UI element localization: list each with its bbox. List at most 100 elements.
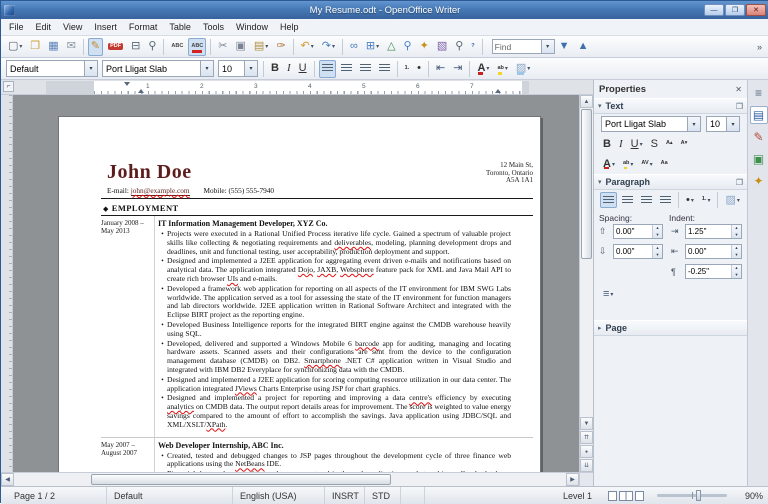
spin-down-icon[interactable]: ▾ (653, 232, 662, 239)
vertical-scroll-thumb[interactable] (581, 109, 592, 259)
style-dropdown-icon[interactable]: ▾ (84, 61, 97, 76)
scroll-up-icon[interactable]: ▲ (580, 95, 593, 108)
sidebar-settings-button[interactable]: ≡ (750, 84, 768, 102)
copy-button[interactable]: ▣ (232, 38, 248, 56)
highlighting-button[interactable]: ab ▾ (494, 60, 510, 78)
zoom-slider[interactable] (657, 490, 727, 501)
spin-down-icon[interactable]: ▾ (732, 252, 741, 259)
paragraph-dialog-launcher-icon[interactable]: ❐ (736, 178, 743, 187)
menu-view[interactable]: View (57, 20, 88, 34)
redo-button[interactable]: ↷ ▾ (319, 38, 338, 56)
sidebar-font-name-combo[interactable]: Port Lligat Slab ▾ (601, 116, 701, 132)
sidebar-font-size-combo[interactable]: 10 ▾ (706, 116, 740, 132)
font-dropdown-icon[interactable]: ▾ (200, 61, 213, 76)
zoom-slider-thumb[interactable] (695, 490, 701, 501)
italic-button[interactable]: I (284, 60, 294, 78)
find-dropdown-icon[interactable]: ▾ (541, 39, 555, 54)
bullets-button[interactable]: • (414, 60, 424, 78)
gallery-button[interactable]: ▧ (434, 38, 450, 56)
sidebar-italic-button[interactable]: I (616, 136, 626, 152)
sidebar-close-icon[interactable]: ✕ (735, 85, 742, 94)
menu-window[interactable]: Window (230, 20, 274, 34)
find-replace-button[interactable]: ⚲ (401, 38, 415, 56)
menu-insert[interactable]: Insert (88, 20, 123, 34)
find-previous-button[interactable]: ▲ (575, 38, 592, 56)
status-page[interactable]: Page 1 / 2 (7, 487, 107, 504)
next-page-button[interactable]: ⇊ (580, 459, 593, 472)
first-line-indent-marker[interactable] (124, 82, 130, 86)
styles-tab-button[interactable]: ✎ (750, 128, 768, 146)
undo-button[interactable]: ↶ ▾ (298, 38, 317, 56)
find-input[interactable] (491, 39, 542, 54)
maximize-button[interactable]: ❐ (725, 4, 745, 16)
left-indent-marker[interactable] (138, 89, 144, 93)
menu-table[interactable]: Table (163, 20, 197, 34)
draw-functions-button[interactable]: △ (384, 38, 398, 56)
edit-file-button[interactable]: ✎ (87, 37, 104, 56)
font-size-combo[interactable]: 10 ▾ (218, 60, 258, 77)
sidebar-paragraph-background-button[interactable]: ▨ ▾ (722, 192, 742, 208)
status-selection-mode[interactable]: STD (365, 487, 401, 504)
find-next-button[interactable]: ▼ (556, 38, 573, 56)
spelling-button[interactable]: ABC (168, 38, 186, 56)
font-color-button[interactable]: A ▾ (474, 60, 492, 78)
table-button[interactable]: ⊞ ▾ (363, 38, 382, 56)
gallery-tab-button[interactable]: ▣ (750, 150, 768, 168)
close-button[interactable]: ✕ (746, 4, 766, 16)
decrease-indent-button[interactable]: ⇤ (433, 60, 448, 78)
horizontal-scroll-thumb[interactable] (91, 474, 391, 485)
font-name-combo[interactable]: Port Lligat Slab ▾ (102, 60, 214, 77)
align-right-button[interactable] (357, 60, 374, 78)
first-line-indent-field[interactable]: -0.25" ▴ ▾ (685, 264, 742, 279)
help-button[interactable]: ? (468, 38, 477, 56)
align-left-button[interactable] (318, 59, 336, 78)
spin-down-icon[interactable]: ▾ (732, 272, 741, 279)
scroll-left-icon[interactable]: ◀ (1, 473, 14, 486)
text-section-header[interactable]: ▾ Text ❐ (594, 98, 747, 114)
size-dropdown-icon[interactable]: ▾ (244, 61, 257, 76)
horizontal-scrollbar[interactable]: ◀ ▶ (1, 472, 579, 486)
sidebar-strikethrough-button[interactable]: S (648, 136, 661, 152)
menu-edit[interactable]: Edit (30, 20, 58, 34)
hyperlink-button[interactable]: ∞ (347, 38, 361, 56)
underline-button[interactable]: U (296, 60, 310, 78)
scroll-right-icon[interactable]: ▶ (566, 473, 579, 486)
export-pdf-button[interactable]: PDF (105, 38, 126, 56)
sidebar-line-spacing-button[interactable]: ≡ ▾ (600, 286, 616, 302)
page-section-header[interactable]: ▸ Page (594, 320, 747, 336)
save-button[interactable]: ▦ (45, 38, 61, 56)
minimize-button[interactable]: — (704, 4, 724, 16)
numbering-button[interactable]: 1. (402, 60, 413, 78)
page-preview-button[interactable]: ⚲ (145, 38, 159, 56)
bold-button[interactable]: B (268, 60, 282, 78)
paragraph-style-combo[interactable]: Default ▾ (6, 60, 98, 77)
status-page-style[interactable]: Default (107, 487, 233, 504)
spin-down-icon[interactable]: ▾ (732, 232, 741, 239)
sidebar-align-center-button[interactable] (619, 192, 636, 208)
sidebar-bold-button[interactable]: B (600, 136, 614, 152)
open-button[interactable]: ❒ (27, 38, 43, 56)
sidebar-font-dropdown-icon[interactable]: ▾ (687, 117, 700, 131)
toolbar-overflow-button[interactable]: » (757, 42, 762, 52)
text-dialog-launcher-icon[interactable]: ❐ (736, 102, 743, 111)
sidebar-shrink-font-button[interactable]: A▾ (678, 136, 691, 152)
zoom-percent[interactable]: 90% (731, 491, 763, 501)
multi-page-view-icon[interactable] (619, 490, 633, 501)
document-page[interactable]: John Doe 12 Main St, Toronto, Ontario A5… (58, 116, 541, 472)
print-button[interactable]: ⊟ (128, 38, 143, 56)
navigator-tab-button[interactable]: ✦ (750, 172, 768, 190)
book-view-icon[interactable] (635, 490, 644, 501)
email-button[interactable]: ✉ (64, 38, 79, 56)
sidebar-align-left-button[interactable] (600, 192, 617, 208)
sidebar-justify-button[interactable] (657, 192, 674, 208)
justify-button[interactable] (376, 60, 393, 78)
sidebar-underline-button[interactable]: U ▾ (628, 136, 646, 152)
sidebar-grow-font-button[interactable]: A▴ (663, 136, 676, 152)
previous-page-button[interactable]: ⇈ (580, 431, 593, 444)
navigation-button[interactable]: ● (580, 445, 593, 458)
new-document-button[interactable]: ▢ ▾ (5, 38, 25, 56)
status-language[interactable]: English (USA) (233, 487, 325, 504)
increase-indent-button[interactable]: ⇥ (450, 60, 465, 78)
sidebar-align-right-button[interactable] (638, 192, 655, 208)
properties-tab-button[interactable]: ▤ (749, 106, 768, 124)
